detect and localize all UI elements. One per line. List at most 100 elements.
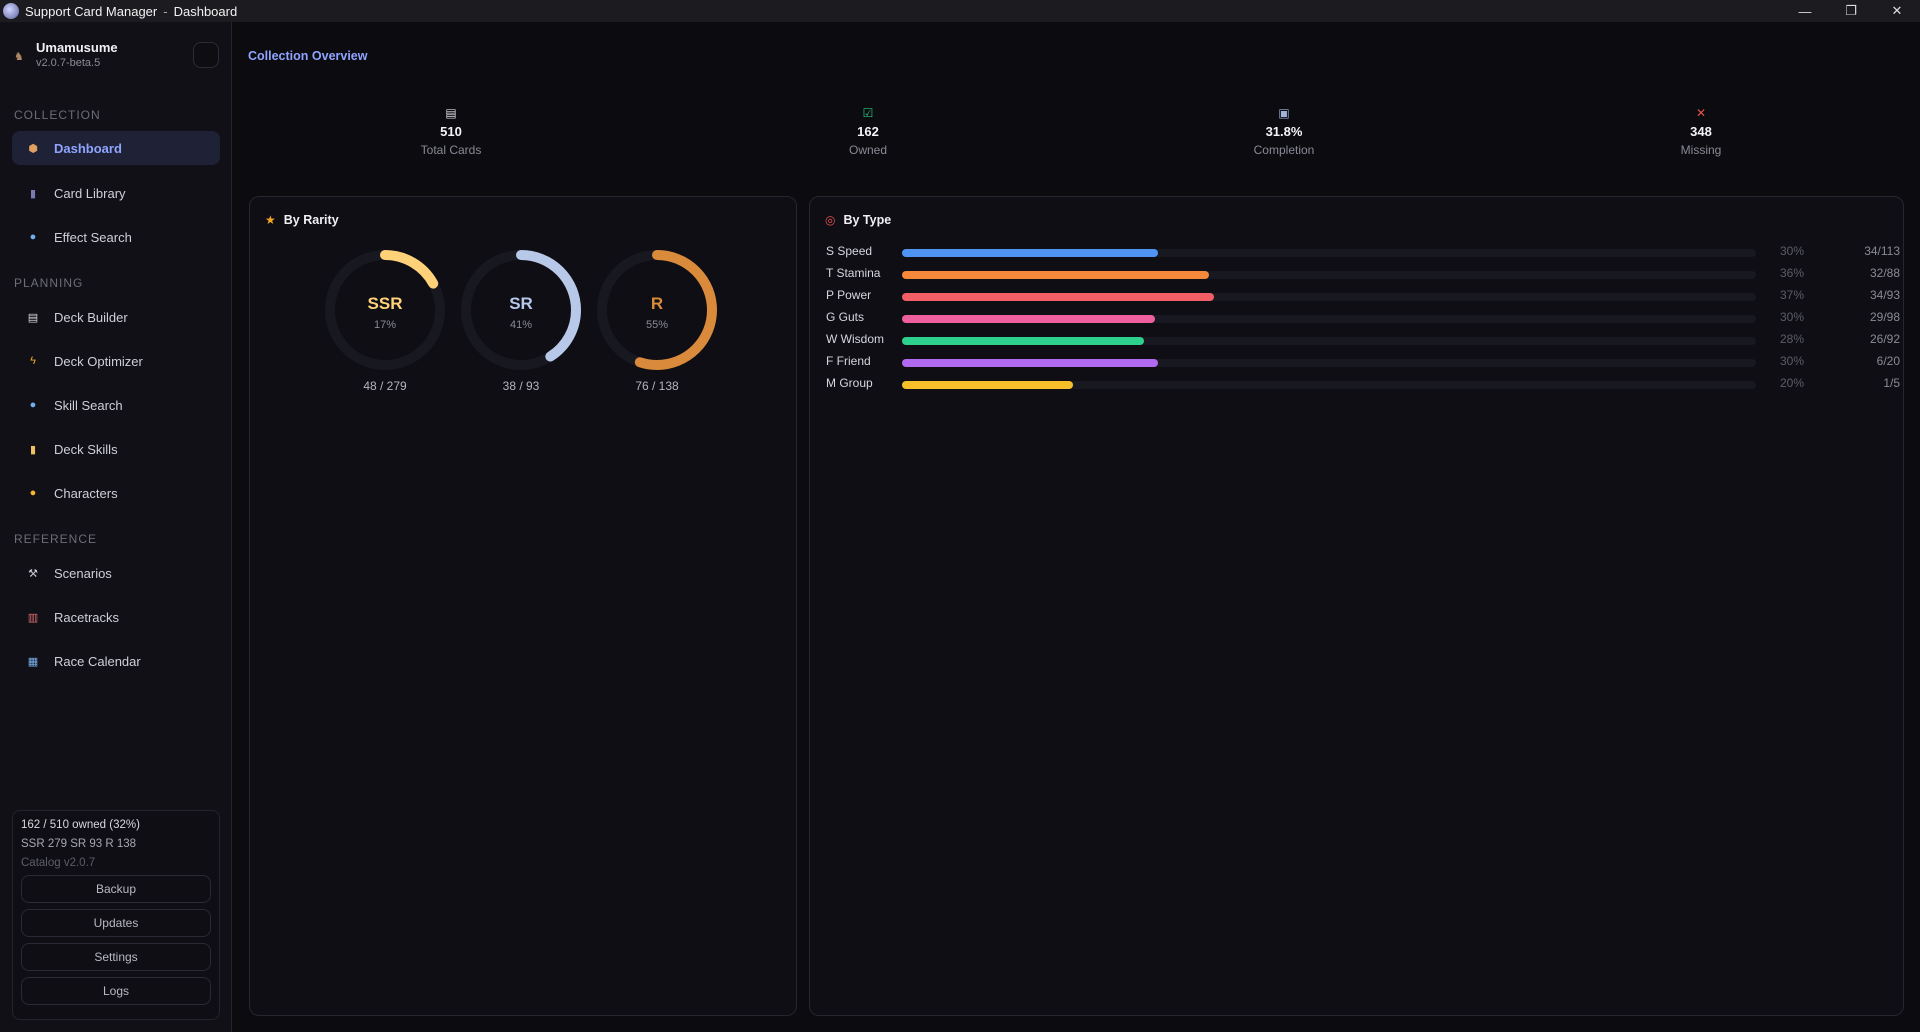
stat-label: Total Cards	[420, 143, 482, 157]
type-label: P Power	[826, 288, 872, 302]
sidebar-item-racetracks[interactable]: ▥ Racetracks	[12, 600, 220, 634]
type-row: T Stamina 36% 32/88	[810, 266, 1910, 284]
type-bar-fill	[902, 293, 1214, 301]
sidebar-item-deck-optimizer[interactable]: ϟ Deck Optimizer	[12, 344, 220, 378]
sidebar-item-dashboard[interactable]: ⬢ Dashboard	[12, 131, 220, 165]
type-bar-track	[902, 249, 1756, 257]
sidebar-item-characters[interactable]: ● Characters	[12, 476, 220, 510]
sr-percent: 41%	[510, 319, 532, 331]
type-bar-fill	[902, 315, 1155, 323]
type-bar-track	[902, 337, 1756, 345]
section-label-planning: PLANNING	[14, 276, 84, 290]
r-donut: R 55%	[597, 250, 717, 370]
section-label-collection: COLLECTION	[14, 108, 101, 122]
sidebar-item-label: Racetracks	[54, 609, 120, 625]
rarity-panel-title-text: By Rarity	[283, 213, 339, 227]
rarity-summary: SSR 279 SR 93 R 138	[21, 838, 137, 850]
sidebar-item-scenarios[interactable]: ⚒ Scenarios	[12, 556, 220, 590]
cube-icon: ⬢	[28, 142, 38, 155]
sidebar-item-label: Skill Search	[54, 397, 123, 413]
sidebar-item-card-library[interactable]: ▮ Card Library	[12, 176, 220, 210]
type-label: F Friend	[826, 354, 871, 368]
type-percent: 30%	[1780, 244, 1805, 258]
horse-icon: ♞	[14, 51, 24, 63]
check-icon: ☑	[862, 106, 874, 120]
type-panel: ◎ By Type S Speed 30% 34/113 T Stamina 36% 32…	[809, 196, 1904, 1016]
sidebar-item-label: Race Calendar	[54, 653, 141, 669]
type-count: 34/93	[1869, 288, 1900, 302]
clipboard-icon: ▤	[27, 311, 39, 324]
updates-button[interactable]: Updates	[21, 909, 211, 937]
target-icon: ◎	[825, 213, 836, 227]
restore-button[interactable]: ❐	[1828, 0, 1874, 22]
brand-name: Umamusume	[36, 40, 118, 55]
type-percent: 28%	[1780, 332, 1805, 346]
type-row: M Group 20% 1/5	[810, 376, 1910, 394]
stat-label: Owned	[848, 143, 888, 157]
stat-value: 31.8%	[1265, 124, 1303, 139]
minimize-button[interactable]: —	[1782, 0, 1828, 22]
window-app-name: Support Card Manager	[25, 3, 158, 19]
type-bar-track	[902, 315, 1756, 323]
rarity-r: R 55% 76 / 138	[592, 245, 722, 393]
sidebar-item-skill-search[interactable]: ● Skill Search	[12, 388, 220, 422]
r-count: 76 / 138	[635, 379, 679, 393]
stadium-icon: ▥	[27, 611, 39, 624]
sidebar-toggle-button[interactable]	[193, 42, 219, 68]
type-bar-fill	[902, 337, 1144, 345]
settings-button[interactable]: Settings	[21, 943, 211, 971]
type-panel-title-text: By Type	[843, 213, 892, 227]
star-icon: ★	[265, 213, 276, 227]
type-label: S Speed	[826, 244, 873, 258]
book-icon: ▮	[29, 187, 37, 200]
type-label: T Stamina	[826, 266, 881, 280]
sr-name: SR	[509, 294, 533, 313]
section-label-reference: REFERENCE	[14, 532, 98, 546]
type-count: 1/5	[1883, 376, 1900, 390]
ssr-name: SSR	[368, 294, 403, 313]
sidebar-item-label: Effect Search	[54, 229, 132, 245]
type-bar-track	[902, 359, 1756, 367]
sidebar-item-label: Deck Skills	[54, 441, 118, 457]
r-percent: 55%	[646, 319, 668, 331]
type-count: 29/98	[1869, 310, 1900, 324]
sidebar: ♞ Umamusume v2.0.7-beta.5 COLLECTION ⬢ D…	[0, 22, 232, 1032]
type-label: W Wisdom	[826, 332, 884, 346]
calendar-icon: ▦	[27, 655, 39, 668]
sidebar-item-deck-builder[interactable]: ▤ Deck Builder	[12, 300, 220, 334]
face-icon: ●	[29, 487, 37, 499]
type-percent: 30%	[1780, 310, 1805, 324]
backup-button[interactable]: Backup	[21, 875, 211, 903]
sidebar-item-label: Card Library	[54, 185, 126, 201]
sidebar-item-race-calendar[interactable]: ▦ Race Calendar	[12, 644, 220, 678]
type-bar-fill	[902, 271, 1210, 279]
sidebar-item-label: Deck Builder	[54, 309, 128, 325]
type-count: 32/88	[1869, 266, 1900, 280]
type-panel-title: ◎ By Type	[825, 213, 891, 227]
chart-icon: ▣	[1278, 106, 1290, 120]
title-separator: -	[163, 3, 168, 19]
rarity-panel-title: ★ By Rarity	[265, 213, 339, 227]
document-icon: ▤	[445, 106, 457, 120]
type-percent: 36%	[1780, 266, 1805, 280]
ssr-donut: SSR 17%	[325, 250, 445, 370]
stat-completion: ▣ 31.8% Completion	[1184, 106, 1384, 157]
stat-label: Missing	[1680, 143, 1722, 157]
sidebar-item-deck-skills[interactable]: ▮ Deck Skills	[12, 432, 220, 466]
type-bar-fill	[902, 381, 1073, 389]
app-icon	[3, 3, 19, 19]
close-window-button[interactable]: ✕	[1874, 0, 1920, 22]
stat-value: 348	[1690, 124, 1712, 139]
type-row: F Friend 30% 6/20	[810, 354, 1910, 372]
scroll-icon: ▮	[29, 443, 37, 456]
lightning-icon: ϟ	[30, 355, 36, 367]
type-label: G Guts	[826, 310, 865, 324]
type-bar-fill	[902, 359, 1159, 367]
catalog-version: Catalog v2.0.7	[21, 857, 96, 869]
type-bar-track	[902, 381, 1756, 389]
brand: ♞ Umamusume v2.0.7-beta.5	[14, 40, 118, 69]
sidebar-item-label: Scenarios	[54, 565, 112, 581]
logs-button[interactable]: Logs	[21, 977, 211, 1005]
sidebar-item-effect-search[interactable]: ● Effect Search	[12, 220, 220, 254]
hammer-icon: ⚒	[28, 567, 38, 580]
